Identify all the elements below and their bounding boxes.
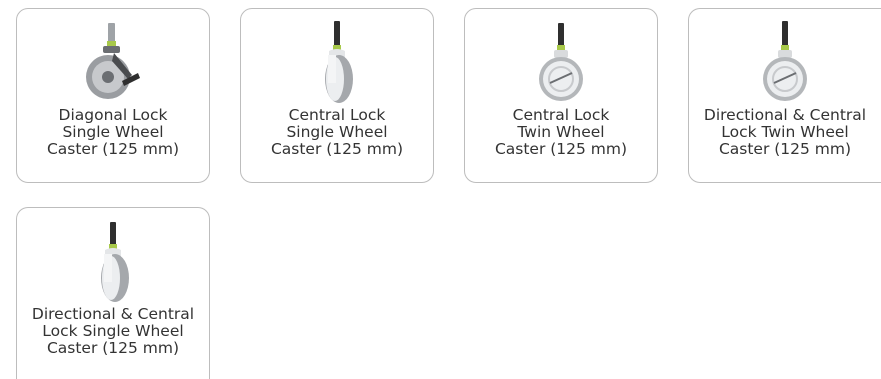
diagonal-lock-single-wheel-caster-icon <box>78 17 148 109</box>
product-label: Directional & Central Lock Single Wheel … <box>31 305 195 357</box>
product-label: Directional & Central Lock Twin Wheel Ca… <box>703 106 867 158</box>
central-lock-single-wheel-caster-icon <box>302 17 372 109</box>
product-label: Diagonal Lock Single Wheel Caster (125 m… <box>46 106 180 158</box>
product-label: Central Lock Twin Wheel Caster (125 mm) <box>494 106 628 158</box>
central-lock-twin-wheel-caster-icon <box>526 17 596 109</box>
product-card-central-lock-twin-wheel[interactable]: Central Lock Twin Wheel Caster (125 mm) <box>464 8 658 183</box>
product-card-diagonal-lock-single-wheel[interactable]: Diagonal Lock Single Wheel Caster (125 m… <box>16 8 210 183</box>
product-card-directional-central-lock-single-wheel[interactable]: Directional & Central Lock Single Wheel … <box>16 207 210 379</box>
product-label: Central Lock Single Wheel Caster (125 mm… <box>270 106 404 158</box>
directional-central-lock-twin-wheel-caster-icon <box>750 17 820 109</box>
product-card-directional-central-lock-twin-wheel[interactable]: Directional & Central Lock Twin Wheel Ca… <box>688 8 881 183</box>
directional-central-lock-single-wheel-caster-icon <box>78 216 148 308</box>
product-card-central-lock-single-wheel[interactable]: Central Lock Single Wheel Caster (125 mm… <box>240 8 434 183</box>
